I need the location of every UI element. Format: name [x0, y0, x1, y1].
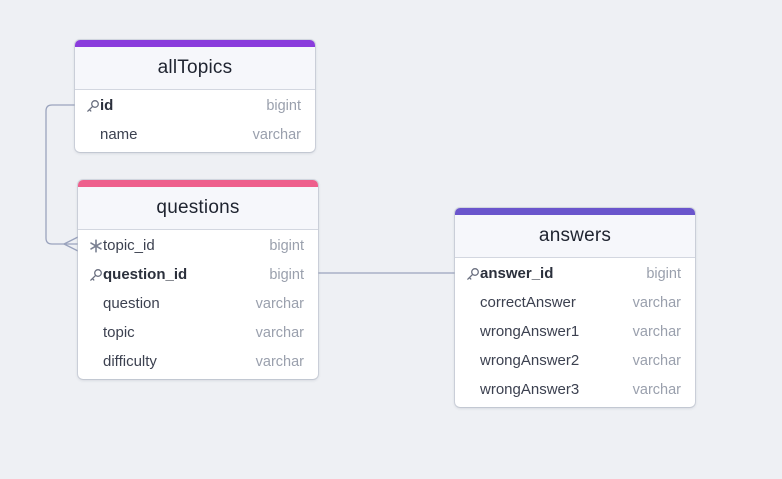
- field-list: id bigint name varchar: [75, 90, 315, 152]
- field-name: difficulty: [103, 353, 157, 370]
- key-icon: [455, 267, 480, 281]
- table-header[interactable]: questions: [78, 187, 318, 230]
- crows-foot-icon: [63, 236, 79, 252]
- field-name: wrongAnswer2: [480, 352, 580, 369]
- field-type: varchar: [632, 381, 681, 398]
- field-type: bigint: [646, 265, 681, 282]
- field-type: bigint: [266, 97, 301, 114]
- field-name: question_id: [103, 266, 188, 283]
- table-accent-bar: [455, 208, 695, 215]
- field-type: varchar: [632, 294, 681, 311]
- field-name: answer_id: [480, 265, 554, 282]
- field-row-question-id[interactable]: question_id bigint: [78, 260, 318, 289]
- table-title: questions: [156, 197, 240, 218]
- table-answers[interactable]: answers answer_id bigint correctAnswer varc…: [455, 208, 695, 407]
- field-name: topic_id: [103, 237, 155, 254]
- field-name: correctAnswer: [480, 294, 576, 311]
- field-type: varchar: [255, 295, 304, 312]
- field-type: varchar: [255, 353, 304, 370]
- field-row-correctanswer[interactable]: correctAnswer varchar: [455, 288, 695, 317]
- field-row-name[interactable]: name varchar: [75, 120, 315, 149]
- field-type: varchar: [632, 352, 681, 369]
- field-name: wrongAnswer3: [480, 381, 580, 398]
- field-name: question: [103, 295, 160, 312]
- field-row-wronganswer2[interactable]: wrongAnswer2 varchar: [455, 346, 695, 375]
- table-header[interactable]: answers: [455, 215, 695, 258]
- field-row-answer-id[interactable]: answer_id bigint: [455, 259, 695, 288]
- table-title: allTopics: [157, 57, 233, 78]
- field-row-topic-id[interactable]: topic_id bigint: [78, 231, 318, 260]
- field-type: bigint: [269, 237, 304, 254]
- connector-alltopics-questions[interactable]: [45, 104, 78, 245]
- field-name: name: [100, 126, 138, 143]
- table-questions[interactable]: questions topic_id bigint question_id bigin…: [78, 180, 318, 379]
- field-row-wronganswer1[interactable]: wrongAnswer1 varchar: [455, 317, 695, 346]
- field-type: varchar: [255, 324, 304, 341]
- key-icon: [78, 268, 103, 282]
- field-list: topic_id bigint question_id bigint question v…: [78, 230, 318, 379]
- field-name: wrongAnswer1: [480, 323, 580, 340]
- key-icon: [75, 99, 100, 113]
- field-name: id: [100, 97, 114, 114]
- snowflake-icon: [78, 238, 103, 253]
- field-list: answer_id bigint correctAnswer varchar wrong…: [455, 258, 695, 407]
- field-row-difficulty[interactable]: difficulty varchar: [78, 347, 318, 376]
- table-accent-bar: [78, 180, 318, 187]
- field-row-id[interactable]: id bigint: [75, 91, 315, 120]
- field-type: bigint: [269, 266, 304, 283]
- table-accent-bar: [75, 40, 315, 47]
- field-row-wronganswer3[interactable]: wrongAnswer3 varchar: [455, 375, 695, 404]
- field-row-topic[interactable]: topic varchar: [78, 318, 318, 347]
- table-header[interactable]: allTopics: [75, 47, 315, 90]
- table-title: answers: [538, 225, 612, 246]
- field-type: varchar: [252, 126, 301, 143]
- diagram-canvas[interactable]: allTopics id bigint name varchar questions …: [0, 0, 782, 479]
- field-name: topic: [103, 324, 135, 341]
- field-row-question[interactable]: question varchar: [78, 289, 318, 318]
- field-type: varchar: [632, 323, 681, 340]
- table-alltopics[interactable]: allTopics id bigint name varchar: [75, 40, 315, 152]
